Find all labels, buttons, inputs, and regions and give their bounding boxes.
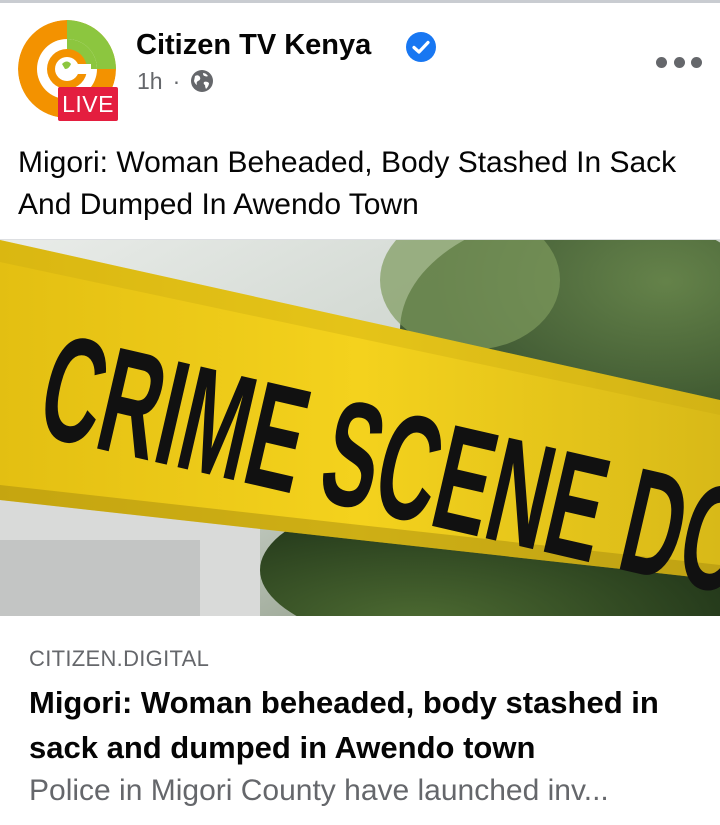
verified-badge-icon [405, 31, 437, 63]
link-description: Police in Migori County have launched in… [29, 774, 609, 807]
page-name[interactable]: Citizen TV Kenya [136, 27, 371, 63]
meta-separator: · [172, 68, 181, 94]
post-meta: 1h · [137, 66, 214, 96]
post-header: LIVE Citizen TV Kenya 1h · [0, 0, 720, 135]
post-image[interactable]: CRIME SCENE DO NOT CROSS [0, 239, 720, 617]
more-dot [656, 56, 667, 68]
post-caption: Migori: Woman Beheaded, Body Stashed In … [18, 146, 677, 221]
link-title[interactable]: Migori: Woman beheaded, body stashed in … [29, 680, 709, 770]
page-avatar[interactable]: LIVE [18, 20, 122, 124]
more-options-icon[interactable] [656, 50, 702, 74]
more-dot [673, 56, 685, 68]
more-dot [691, 56, 702, 68]
link-domain: CITIZEN.DIGITAL [29, 646, 210, 671]
live-badge: LIVE [58, 87, 118, 121]
post-time[interactable]: 1h [137, 66, 163, 96]
globe-icon[interactable] [190, 69, 214, 93]
